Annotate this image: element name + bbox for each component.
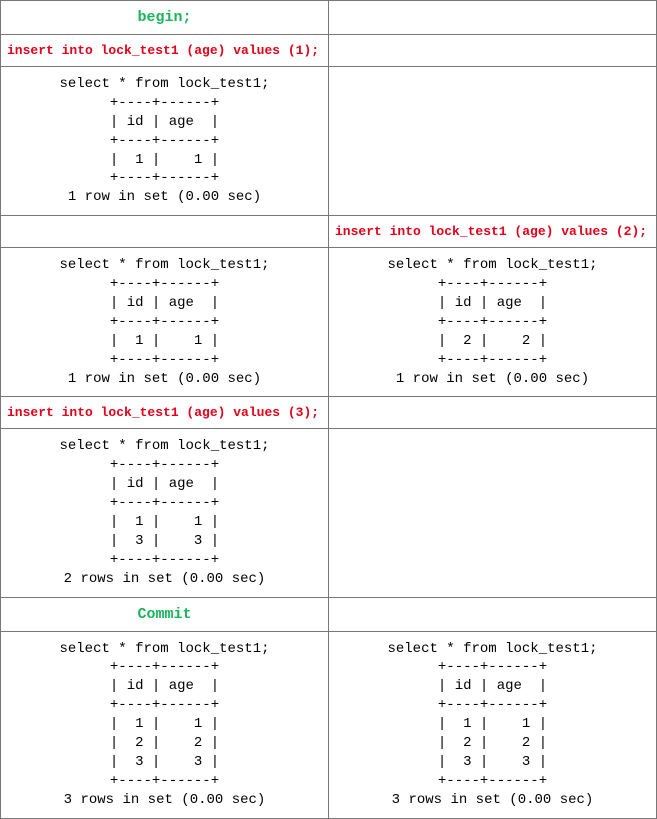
- table-row: select * from lock_test1; +----+------+ …: [1, 631, 657, 818]
- sql-command-green: begin;: [7, 9, 322, 26]
- session-right-cell: select * from lock_test1; +----+------+ …: [329, 248, 657, 397]
- sql-command-red: insert into lock_test1 (age) values (1);: [7, 43, 322, 58]
- sql-command-green: Commit: [7, 606, 322, 623]
- sql-command-red: insert into lock_test1 (age) values (3);: [7, 405, 322, 420]
- query-result-block: select * from lock_test1; +----+------+ …: [7, 437, 322, 588]
- session-right-cell: [329, 397, 657, 429]
- session-left-cell: select * from lock_test1; +----+------+ …: [1, 429, 329, 597]
- session-comparison-table: begin; insert into lock_test1 (age) value…: [0, 0, 657, 819]
- query-result-block: select * from lock_test1; +----+------+ …: [7, 256, 322, 388]
- session-left-cell: insert into lock_test1 (age) values (1);: [1, 35, 329, 67]
- table-row: insert into lock_test1 (age) values (2);: [1, 216, 657, 248]
- session-left-cell: begin;: [1, 1, 329, 35]
- table-row: insert into lock_test1 (age) values (3);: [1, 397, 657, 429]
- session-right-cell: [329, 1, 657, 35]
- table-row: select * from lock_test1; +----+------+ …: [1, 248, 657, 397]
- session-left-cell: [1, 216, 329, 248]
- session-right-cell: [329, 35, 657, 67]
- session-right-cell: select * from lock_test1; +----+------+ …: [329, 631, 657, 818]
- session-left-cell: insert into lock_test1 (age) values (3);: [1, 397, 329, 429]
- session-right-cell: insert into lock_test1 (age) values (2);: [329, 216, 657, 248]
- session-right-cell: [329, 67, 657, 216]
- query-result-block: select * from lock_test1; +----+------+ …: [7, 75, 322, 207]
- table-row: begin;: [1, 1, 657, 35]
- table-row: select * from lock_test1; +----+------+ …: [1, 67, 657, 216]
- session-right-cell: [329, 597, 657, 631]
- session-left-cell: select * from lock_test1; +----+------+ …: [1, 248, 329, 397]
- table-row: Commit: [1, 597, 657, 631]
- sql-command-red: insert into lock_test1 (age) values (2);: [335, 224, 650, 239]
- table-row: insert into lock_test1 (age) values (1);: [1, 35, 657, 67]
- session-left-cell: select * from lock_test1; +----+------+ …: [1, 67, 329, 216]
- session-left-cell: Commit: [1, 597, 329, 631]
- session-left-cell: select * from lock_test1; +----+------+ …: [1, 631, 329, 818]
- query-result-block: select * from lock_test1; +----+------+ …: [335, 640, 650, 810]
- session-right-cell: [329, 429, 657, 597]
- query-result-block: select * from lock_test1; +----+------+ …: [7, 640, 322, 810]
- query-result-block: select * from lock_test1; +----+------+ …: [335, 256, 650, 388]
- table-row: select * from lock_test1; +----+------+ …: [1, 429, 657, 597]
